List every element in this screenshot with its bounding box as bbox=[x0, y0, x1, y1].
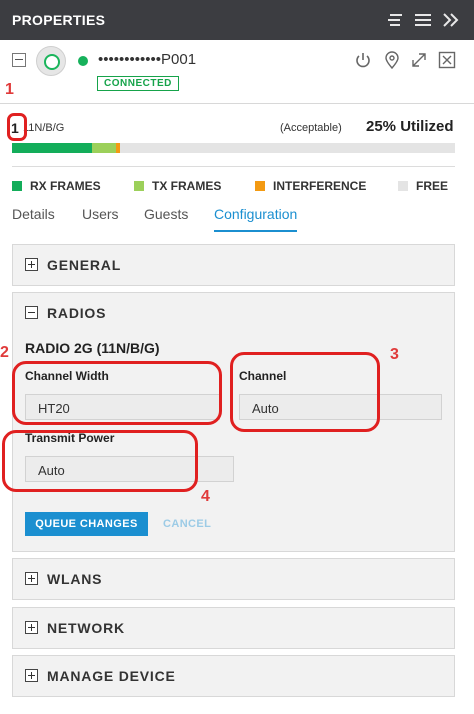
locate-icon[interactable] bbox=[383, 51, 401, 69]
section-wlans: WLANS bbox=[12, 558, 455, 600]
legend-tx-frames: TX FRAMES bbox=[134, 178, 221, 194]
properties-header: PROPERTIES bbox=[0, 0, 474, 40]
cancel-button[interactable]: CANCEL bbox=[163, 518, 211, 530]
wlans-header[interactable]: WLANS bbox=[13, 559, 454, 599]
manage-device-header[interactable]: MANAGE DEVICE bbox=[13, 656, 454, 696]
annotation-box-1 bbox=[7, 113, 27, 141]
properties-title: PROPERTIES bbox=[12, 12, 106, 28]
section-title: WLANS bbox=[47, 571, 103, 587]
utilization-bar bbox=[12, 143, 455, 153]
menu-icon[interactable] bbox=[414, 11, 432, 29]
section-title: GENERAL bbox=[47, 257, 122, 273]
section-title: RADIOS bbox=[47, 305, 107, 321]
annotation-number-3: 3 bbox=[390, 346, 399, 363]
legend-interference: INTERFERENCE bbox=[255, 178, 366, 194]
channel-mode: 11N/B/G bbox=[23, 122, 65, 134]
annotation-number-2: 2 bbox=[0, 344, 9, 361]
annotation-box-4 bbox=[2, 430, 198, 492]
legend-free: FREE bbox=[398, 178, 448, 194]
legend-label: TX FRAMES bbox=[152, 179, 222, 193]
device-name: ••••••••••••P001 bbox=[98, 51, 197, 68]
divider bbox=[12, 166, 455, 167]
radios-header[interactable]: RADIOS bbox=[13, 293, 454, 333]
section-manage-device: MANAGE DEVICE bbox=[12, 655, 455, 697]
properties-tabs: Details Users Guests Configuration bbox=[0, 206, 474, 232]
tab-configuration[interactable]: Configuration bbox=[214, 206, 298, 232]
section-general: GENERAL bbox=[12, 244, 455, 286]
channel-utilization: 25% Utilized bbox=[366, 118, 454, 135]
expand-icon[interactable] bbox=[25, 258, 38, 271]
collapse-icon[interactable] bbox=[25, 306, 38, 319]
utilization-legend: RX FRAMES TX FRAMES INTERFERENCE FREE bbox=[12, 178, 462, 194]
legend-swatch bbox=[255, 181, 265, 191]
expand-icon[interactable] bbox=[25, 621, 38, 634]
tab-users[interactable]: Users bbox=[82, 206, 119, 232]
properties-list-icon[interactable] bbox=[386, 11, 404, 29]
annotation-number-1: 1 bbox=[5, 81, 14, 98]
expand-icon[interactable] bbox=[410, 51, 428, 69]
legend-label: INTERFERENCE bbox=[273, 179, 367, 193]
section-title: MANAGE DEVICE bbox=[47, 668, 176, 684]
collapse-toggle[interactable] bbox=[12, 53, 26, 67]
legend-label: RX FRAMES bbox=[30, 179, 101, 193]
annotation-box-2 bbox=[12, 361, 222, 425]
section-title: NETWORK bbox=[47, 620, 125, 636]
radio-2g-title: RADIO 2G (11N/B/G) bbox=[25, 340, 160, 356]
network-header[interactable]: NETWORK bbox=[13, 608, 454, 648]
device-row: ••••••••••••P001 CONNECTED bbox=[0, 40, 474, 104]
general-header[interactable]: GENERAL bbox=[13, 245, 454, 285]
annotation-box-3 bbox=[230, 352, 380, 432]
annotation-number-4: 4 bbox=[201, 488, 210, 505]
tab-guests[interactable]: Guests bbox=[144, 206, 188, 232]
collapse-panel-icon[interactable] bbox=[442, 11, 460, 29]
channel-quality: (Acceptable) bbox=[280, 122, 342, 134]
expand-icon[interactable] bbox=[25, 572, 38, 585]
status-badge: CONNECTED bbox=[97, 76, 179, 91]
queue-changes-button[interactable]: QUEUE CHANGES bbox=[25, 512, 148, 536]
access-point-icon bbox=[36, 46, 66, 76]
legend-swatch bbox=[12, 181, 22, 191]
legend-label: FREE bbox=[416, 179, 449, 193]
expand-icon[interactable] bbox=[25, 669, 38, 682]
section-network: NETWORK bbox=[12, 607, 455, 649]
power-icon[interactable] bbox=[354, 51, 372, 69]
close-icon[interactable] bbox=[438, 51, 456, 69]
online-status-dot bbox=[78, 56, 88, 66]
interference-segment bbox=[116, 143, 120, 153]
rx-frames-segment bbox=[12, 143, 92, 153]
legend-swatch bbox=[134, 181, 144, 191]
legend-swatch bbox=[398, 181, 408, 191]
tab-details[interactable]: Details bbox=[12, 206, 55, 232]
tx-frames-segment bbox=[92, 143, 116, 153]
legend-rx-frames: RX FRAMES bbox=[12, 178, 101, 194]
